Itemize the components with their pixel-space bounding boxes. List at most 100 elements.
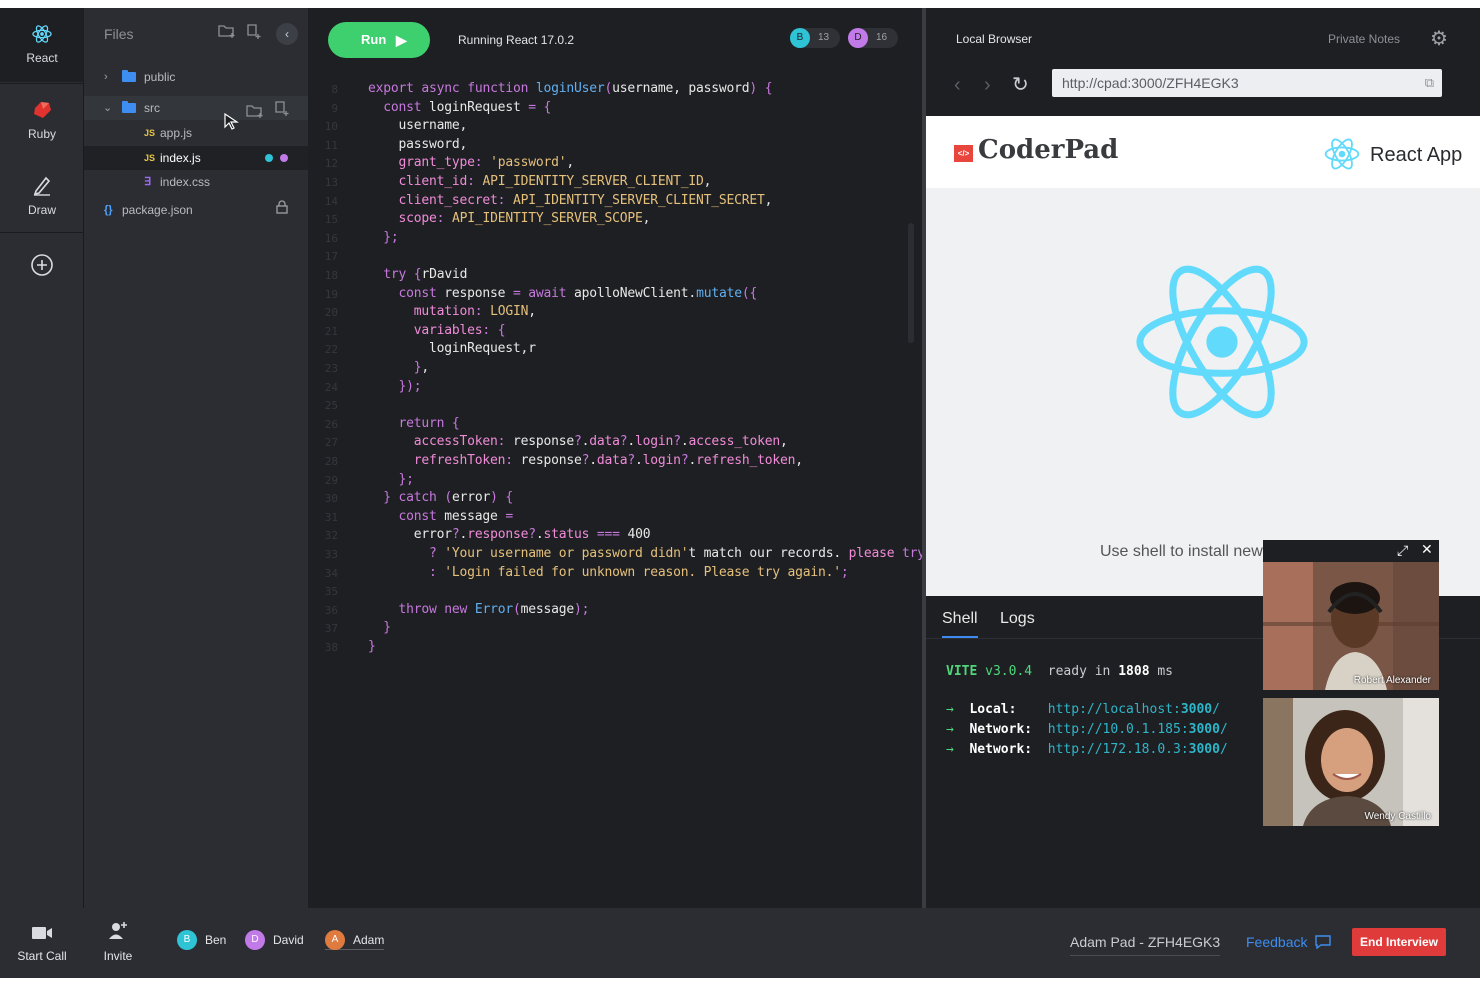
code-line[interactable]: 20 mutation: LOGIN, (308, 303, 922, 322)
code-line[interactable]: 25 (308, 396, 922, 415)
arrow-icon: → (946, 722, 954, 737)
editor-scrollbar[interactable] (908, 223, 914, 343)
feedback-link[interactable]: Feedback (1246, 934, 1332, 950)
participant-name: Adam (353, 933, 385, 947)
code-line[interactable]: 35 (308, 582, 922, 601)
code-text: }); (398, 378, 422, 394)
code-line[interactable]: 14 client_secret: API_IDENTITY_SERVER_CL… (308, 192, 922, 211)
term-slash: / (1212, 702, 1220, 717)
code-line[interactable]: 15 scope: API_IDENTITY_SERVER_SCOPE, (308, 210, 922, 229)
code-line[interactable]: 33 ? 'Your username or password didn't m… (308, 545, 986, 564)
url-bar[interactable]: http://cpad:3000/ZFH4EGK3 ⧉ (1052, 69, 1442, 97)
code-text: client_id: API_IDENTITY_SERVER_CLIENT_ID… (398, 174, 712, 189)
code-line[interactable]: 11 password, (308, 136, 922, 155)
code-line[interactable]: 23 }, (308, 359, 922, 378)
code-line[interactable]: 19 const response = await apolloNewClien… (308, 285, 922, 304)
pad-name-field[interactable]: Adam Pad - ZFH4EGK3 (1070, 934, 1221, 956)
line-number: 19 (324, 287, 338, 301)
open-in-new-window-icon[interactable]: ⧉ (1425, 69, 1434, 97)
code-line[interactable]: 17 (308, 247, 922, 266)
add-language-button[interactable] (0, 253, 84, 280)
code-line[interactable]: 22 loginRequest,r (308, 340, 922, 359)
tab-shell[interactable]: Shell (942, 610, 978, 638)
term-url[interactable]: http://172.18.0.3: (1048, 742, 1189, 757)
arrow-icon: → (946, 742, 954, 757)
tree-folder-public[interactable]: › public (84, 65, 308, 89)
lock-icon (276, 198, 288, 222)
app-window: ··· React Ruby Draw (0, 8, 1480, 978)
code-line[interactable]: 34 : 'Login failed for unknown reason. P… (308, 564, 922, 583)
tree-file-app-js[interactable]: JS app.js (84, 121, 308, 145)
participant-david[interactable]: D David (245, 930, 304, 950)
term-url[interactable]: http://localhost: (1048, 702, 1181, 717)
code-line[interactable]: 18 try {rDavid (308, 266, 922, 285)
term-url[interactable]: http://10.0.1.185: (1048, 722, 1189, 737)
rail-item-ruby[interactable]: Ruby (0, 100, 84, 141)
close-icon[interactable]: ✕ (1421, 541, 1433, 558)
expand-icon[interactable]: ⤢ (1397, 542, 1408, 559)
code-line[interactable]: 29 }; (308, 471, 922, 490)
code-line[interactable]: 21 variables: { (308, 322, 922, 341)
code-line[interactable]: 10 username, (308, 117, 922, 136)
code-line[interactable]: 8 export async function loginUser(usernam… (308, 80, 922, 99)
code-line[interactable]: 28 refreshToken: response?.data?.login?.… (308, 452, 922, 471)
code-line[interactable]: 27 accessToken: response?.data?.login?.a… (308, 433, 922, 452)
code-line[interactable]: 13 client_id: API_IDENTITY_SERVER_CLIENT… (308, 173, 922, 192)
start-call-button[interactable]: Start Call (14, 924, 70, 963)
tree-file-index-js[interactable]: JS index.js (84, 146, 308, 170)
code-line[interactable]: 37 } (308, 619, 922, 638)
js-file-icon: JS (144, 128, 156, 138)
gear-icon[interactable]: ⚙ (1430, 26, 1448, 51)
participant-ben[interactable]: B Ben (177, 930, 226, 950)
new-file-icon[interactable] (246, 24, 262, 43)
new-folder-icon[interactable] (218, 24, 236, 41)
code-line[interactable]: 31 const message = (308, 508, 922, 527)
tree-folder-src[interactable]: ⌄ src (84, 96, 308, 120)
tab-logs[interactable]: Logs (1000, 610, 1035, 628)
code-editor[interactable]: Run ▶ Running React 17.0.2 B 13 D 16 8 ex… (308, 8, 986, 908)
forward-icon[interactable]: › (984, 74, 991, 97)
back-icon[interactable]: ‹ (954, 74, 961, 97)
tree-file-package-json[interactable]: {} package.json (84, 198, 308, 222)
end-interview-button[interactable]: End Interview (1352, 928, 1446, 956)
code-text: export async function loginUser(username… (368, 81, 773, 96)
code-line[interactable]: 38} (308, 638, 922, 657)
tree-file-index-css[interactable]: ∃ index.css (84, 170, 308, 194)
code-line[interactable]: 36 throw new Error(message); (308, 601, 922, 620)
video-tile[interactable]: Wendy Castillo (1263, 698, 1439, 826)
code-text: } (383, 620, 391, 636)
private-notes-link[interactable]: Private Notes (1328, 32, 1400, 46)
run-button[interactable]: Run ▶ (328, 22, 430, 58)
reload-icon[interactable]: ↻ (1012, 72, 1029, 97)
code-line[interactable]: 12 grant_type: 'password', (308, 154, 922, 173)
terminal-output[interactable]: VITE v3.0.4 ready in 1808 ms → Local: ht… (946, 664, 1228, 757)
avatar: D (245, 930, 265, 950)
rail-item-react[interactable]: React (0, 8, 84, 82)
run-label: Run (361, 32, 387, 47)
rail-item-draw[interactable]: Draw (0, 174, 84, 217)
url-text: http://cpad:3000/ZFH4EGK3 (1062, 75, 1239, 91)
ready-text: ready in (1047, 664, 1111, 679)
collapse-panel-button[interactable]: ‹ (276, 23, 298, 45)
participant-name: David (273, 933, 304, 947)
code-line[interactable]: 24 }); (308, 378, 922, 397)
code-line[interactable]: 30 } catch (error) { (308, 489, 922, 508)
participant-name: Ben (205, 933, 227, 947)
participant-adam[interactable]: A Adam (325, 930, 385, 950)
code-line[interactable]: 32 error?.response?.status === 400 (308, 526, 922, 545)
code-text: username, (398, 118, 468, 134)
code-text: const message = (398, 508, 514, 524)
code-text: loginRequest,r (429, 341, 536, 357)
code-text: error?.response?.status === 400 (413, 527, 651, 543)
rail-label: Draw (27, 203, 56, 217)
code-text: password, (398, 136, 468, 152)
browser-viewport: </> CoderPad React App Use shell to inst… (926, 116, 1480, 596)
react-logo-icon (1136, 265, 1308, 419)
chevron-left-icon: ‹ (285, 27, 289, 41)
code-line[interactable]: 16 }; (308, 229, 922, 248)
invite-button[interactable]: Invite (98, 920, 138, 963)
code-line[interactable]: 26 return { (308, 415, 922, 434)
video-tile[interactable]: Robert Alexander (1263, 562, 1439, 690)
code-text: } (368, 639, 376, 654)
code-line[interactable]: 9 const loginRequest = { (308, 99, 922, 118)
